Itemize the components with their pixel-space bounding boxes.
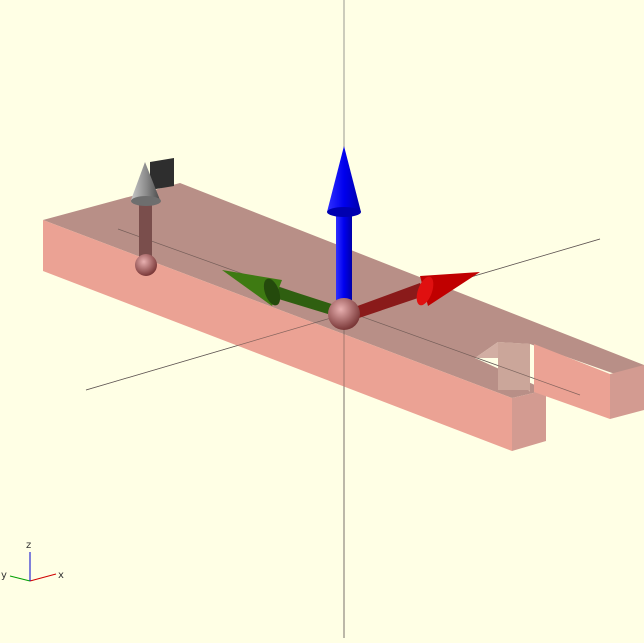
secondary-arrow-ball (135, 254, 157, 276)
beam-near-end-face (512, 390, 546, 451)
z-axis-head-base (327, 207, 361, 217)
axis-indicator-y-label: y (1, 570, 7, 581)
axis-indicator-x-line (29, 573, 57, 582)
secondary-arrow-shaft (139, 200, 152, 262)
beam-far-end-face (610, 365, 644, 419)
z-axis-head (327, 146, 361, 212)
axis-indicator: x y z (1, 540, 64, 582)
z-axis-shaft (336, 212, 352, 304)
origin-ball (328, 298, 360, 330)
scene-canvas[interactable]: x y z (0, 0, 644, 638)
axis-indicator-y-line (9, 575, 31, 582)
secondary-arrow-head-base (131, 196, 161, 206)
axis-indicator-x-label: x (58, 570, 64, 581)
axis-indicator-z-label: z (26, 540, 31, 551)
beam-notch-back-face (498, 342, 530, 390)
3d-viewport[interactable]: x y z (0, 0, 644, 638)
